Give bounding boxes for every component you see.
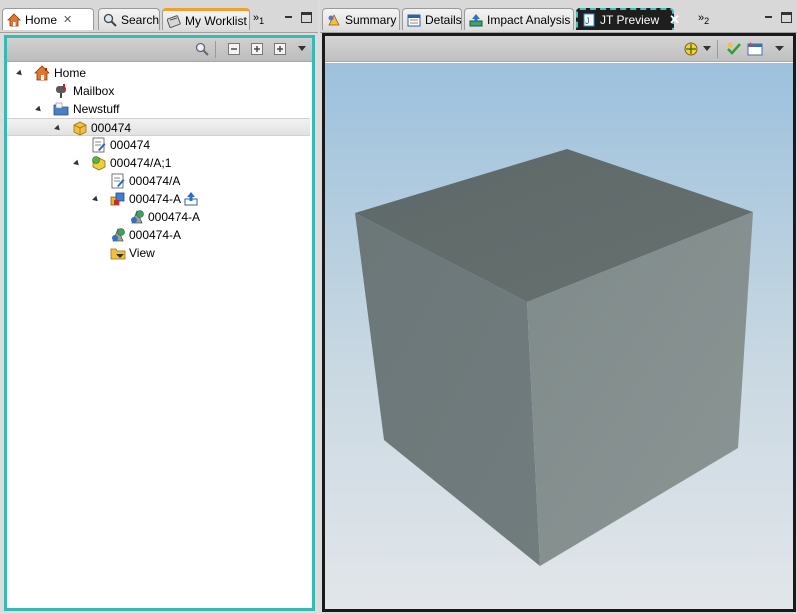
maximize-button[interactable] xyxy=(781,12,792,23)
tab-overflow-button[interactable]: »1 xyxy=(253,12,264,26)
tab-my-worklist[interactable]: My Worklist xyxy=(162,8,250,30)
search-icon xyxy=(103,13,117,27)
tab-impact-analysis-label: Impact Analysis xyxy=(487,12,571,27)
tree-node-label: Newstuff xyxy=(73,102,120,116)
editor-pane: Summary Details Impact Analysis J JT Pre… xyxy=(320,0,797,614)
view-menu-chevron-down-icon[interactable] xyxy=(775,44,784,52)
window-icon[interactable] xyxy=(747,41,763,57)
tree-node-item-000474[interactable]: 000474 xyxy=(7,118,310,136)
tab-overflow-button[interactable]: »2 xyxy=(698,12,709,26)
tab-summary[interactable]: Summary xyxy=(322,8,400,30)
tree-node-bom-view[interactable]: 000474-A xyxy=(7,190,310,208)
3d-viewport[interactable] xyxy=(325,63,793,609)
tab-summary-label: Summary xyxy=(345,12,397,27)
item-revision-icon xyxy=(92,156,106,171)
view-folder-icon xyxy=(110,248,126,260)
tree-node-item-master[interactable]: 000474 xyxy=(7,136,310,154)
home-icon xyxy=(34,65,50,81)
home-icon xyxy=(7,12,21,26)
tree-node-revision-master[interactable]: 000474/A xyxy=(7,172,310,190)
details-icon xyxy=(407,14,421,26)
tree-node-label: Home xyxy=(54,66,87,80)
dataset-jt-icon xyxy=(131,209,144,224)
tree-node-view[interactable]: View xyxy=(7,244,310,262)
tree-node-label: Mailbox xyxy=(73,84,115,98)
left-tab-bar: Home ✕ Search My Worklist »1 xyxy=(0,0,318,33)
tree-node-label: 000474-A xyxy=(129,192,182,206)
tree-node-label: 000474 xyxy=(91,121,132,135)
dataset-icon xyxy=(112,227,125,242)
folder-newstuff-icon xyxy=(53,102,69,116)
tree-node-dataset[interactable]: 000474-A xyxy=(7,226,310,244)
tree-node-home[interactable]: Home xyxy=(7,64,310,82)
navigator-frame: Home Mailbox Newstuff 000474 000474 0004… xyxy=(4,35,315,611)
render-mode-icon[interactable] xyxy=(683,41,699,57)
search-icon[interactable] xyxy=(195,42,209,56)
checkmark-icon[interactable] xyxy=(726,41,742,57)
expanded-twisty-icon[interactable] xyxy=(35,105,43,114)
navigator-pane: Home ✕ Search My Worklist »1 Home Mailbo… xyxy=(0,0,318,614)
item-icon xyxy=(73,121,87,136)
tab-jt-preview[interactable]: J JT Preview ✕ xyxy=(576,8,680,30)
minimize-button[interactable] xyxy=(763,12,774,23)
tab-search-label: Search xyxy=(121,12,160,27)
overflow-count: 1 xyxy=(259,16,265,27)
navigator-tree: Home Mailbox Newstuff 000474 000474 0004… xyxy=(7,64,312,608)
tab-home[interactable]: Home ✕ xyxy=(2,8,94,30)
cube-model[interactable] xyxy=(325,63,793,609)
bom-view-icon xyxy=(110,192,125,206)
chevron-down-icon[interactable] xyxy=(703,44,711,52)
collapse-all-icon[interactable] xyxy=(227,42,241,56)
tree-node-label: 000474/A xyxy=(129,174,181,188)
item-master-icon xyxy=(92,137,106,153)
close-icon[interactable]: ✕ xyxy=(63,13,72,26)
mailbox-icon xyxy=(56,84,66,98)
tree-node-label: 000474/A;1 xyxy=(110,156,172,170)
tree-toolbar xyxy=(7,38,312,62)
minimize-button[interactable] xyxy=(283,12,294,23)
jt-preview-icon: J xyxy=(583,13,595,27)
tree-node-label: 000474-A xyxy=(129,228,182,242)
expanded-twisty-icon[interactable] xyxy=(73,159,81,168)
view-menu-chevron-down-icon[interactable] xyxy=(297,42,307,56)
close-icon[interactable]: ✕ xyxy=(669,12,680,28)
tab-impact-analysis[interactable]: Impact Analysis xyxy=(464,8,574,30)
toolbar-separator xyxy=(215,41,216,58)
expand-icon[interactable] xyxy=(250,42,264,56)
viewer-toolbar xyxy=(325,36,793,62)
summary-icon xyxy=(328,13,340,25)
tree-node-newstuff[interactable]: Newstuff xyxy=(7,100,310,118)
toolbar-separator xyxy=(717,40,718,58)
tree-node-jt-dataset[interactable]: 000474-A xyxy=(7,208,310,226)
svg-text:J: J xyxy=(585,16,590,26)
tree-node-item-revision[interactable]: 000474/A;1 xyxy=(7,154,310,172)
expand-all-icon[interactable] xyxy=(273,42,287,56)
revision-master-icon xyxy=(111,173,125,189)
maximize-button[interactable] xyxy=(301,12,312,23)
overflow-count: 2 xyxy=(704,16,710,27)
tab-my-worklist-label: My Worklist xyxy=(185,13,247,28)
tab-details[interactable]: Details xyxy=(402,8,462,30)
right-tab-bar: Summary Details Impact Analysis J JT Pre… xyxy=(320,0,797,33)
worklist-icon xyxy=(167,14,181,28)
jt-viewer-frame xyxy=(322,33,796,612)
tab-details-label: Details xyxy=(425,12,462,27)
export-badge-icon xyxy=(184,192,198,206)
tab-search[interactable]: Search xyxy=(98,8,160,30)
tree-node-label: 000474-A xyxy=(148,210,201,224)
expanded-twisty-icon[interactable] xyxy=(92,195,100,204)
tab-jt-preview-label: JT Preview xyxy=(600,13,660,27)
tree-node-label: View xyxy=(129,246,155,260)
impact-analysis-icon xyxy=(469,13,483,26)
tree-node-mailbox[interactable]: Mailbox xyxy=(7,82,310,100)
expanded-twisty-icon[interactable] xyxy=(54,124,62,133)
expanded-twisty-icon[interactable] xyxy=(16,69,24,78)
tab-home-label: Home xyxy=(25,12,58,27)
tree-node-label: 000474 xyxy=(110,138,151,152)
